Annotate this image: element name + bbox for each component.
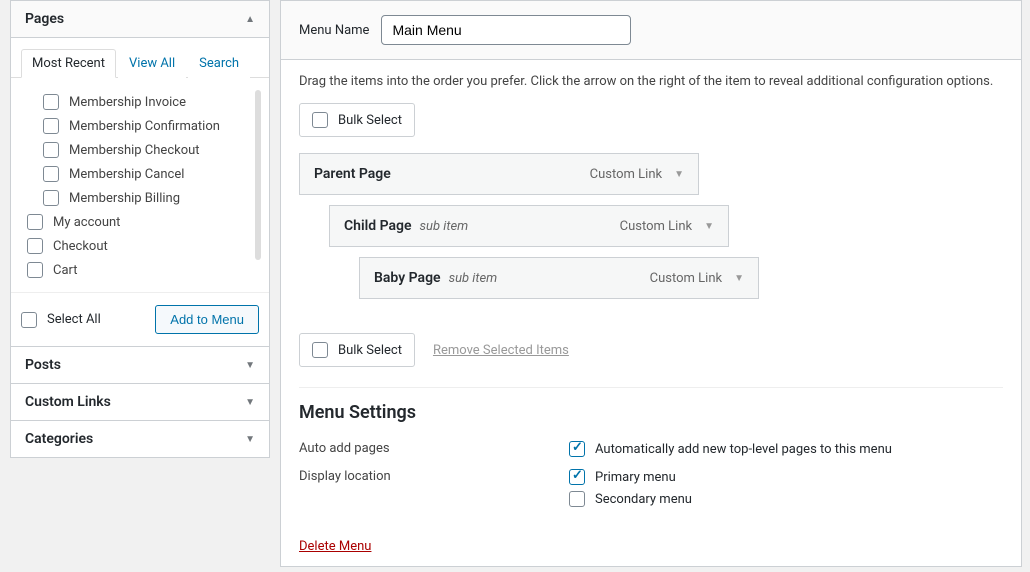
checkbox[interactable]	[43, 142, 59, 158]
menu-name-input[interactable]	[381, 15, 631, 45]
menu-item-wrap: Baby Page sub item Custom Link ▼	[359, 257, 1003, 299]
auto-add-label: Auto add pages	[299, 441, 569, 456]
page-item: My account	[21, 210, 249, 234]
menu-name-row: Menu Name	[281, 1, 1021, 60]
bulk-select-label: Bulk Select	[338, 113, 402, 128]
panel-pages-header[interactable]: Pages ▲	[11, 1, 269, 38]
menu-item-suffix: sub item	[420, 219, 469, 234]
bulk-select-label: Bulk Select	[338, 343, 402, 358]
menu-item-type: Custom Link	[620, 219, 692, 234]
page-item: Cart	[21, 258, 249, 280]
chevron-down-icon[interactable]: ▼	[674, 169, 684, 180]
location-primary-checkbox[interactable]	[569, 469, 585, 485]
panel-title: Pages	[25, 11, 64, 27]
menu-item-type: Custom Link	[590, 167, 662, 182]
bulk-select-checkbox[interactable]	[312, 112, 328, 128]
page-item: Membership Cancel	[21, 162, 249, 186]
menu-items: Parent Page Custom Link ▼ Child Page sub…	[281, 137, 1021, 325]
location-label: Primary menu	[595, 470, 676, 485]
page-item: Checkout	[21, 234, 249, 258]
menu-item-type: Custom Link	[650, 271, 722, 286]
select-all-row: Select All	[21, 312, 101, 328]
panel-title: Custom Links	[25, 394, 111, 410]
menu-item[interactable]: Parent Page Custom Link ▼	[299, 153, 699, 195]
menu-name-label: Menu Name	[299, 23, 369, 38]
menu-item-title: Child Page	[344, 218, 412, 234]
checkbox[interactable]	[43, 118, 59, 134]
remove-selected-link: Remove Selected Items	[433, 343, 569, 358]
chevron-down-icon: ▼	[245, 397, 255, 408]
page-label: Membership Checkout	[69, 143, 200, 158]
delete-menu-link[interactable]: Delete Menu	[299, 539, 371, 554]
panel-custom-links-header[interactable]: Custom Links ▼	[11, 384, 269, 420]
panel-categories-header[interactable]: Categories ▼	[11, 421, 269, 457]
panel-categories: Categories ▼	[10, 421, 270, 458]
chevron-up-icon: ▲	[245, 14, 255, 25]
chevron-down-icon[interactable]: ▼	[704, 221, 714, 232]
menu-item-suffix: sub item	[449, 271, 498, 286]
page-label: Checkout	[53, 239, 108, 254]
display-location-label: Display location	[299, 469, 569, 484]
panel-posts-header[interactable]: Posts ▼	[11, 347, 269, 383]
menu-item-wrap: Child Page sub item Custom Link ▼	[329, 205, 1003, 247]
page-label: Cart	[53, 263, 78, 278]
menu-item[interactable]: Baby Page sub item Custom Link ▼	[359, 257, 759, 299]
chevron-down-icon: ▼	[245, 434, 255, 445]
page-label: Membership Cancel	[69, 167, 184, 182]
bulk-select-top: Bulk Select	[299, 103, 415, 137]
page-item: Membership Billing	[21, 186, 249, 210]
menu-item-wrap: Parent Page Custom Link ▼	[299, 153, 1003, 195]
pages-tabs: Most Recent View All Search	[11, 38, 269, 78]
checkbox[interactable]	[43, 190, 59, 206]
page-label: Membership Billing	[69, 191, 180, 206]
menu-item[interactable]: Child Page sub item Custom Link ▼	[329, 205, 729, 247]
panel-posts: Posts ▼	[10, 347, 270, 384]
location-label: Secondary menu	[595, 492, 692, 507]
chevron-down-icon: ▼	[245, 360, 255, 371]
panel-title: Posts	[25, 357, 61, 373]
page-label: Membership Confirmation	[69, 119, 220, 134]
select-all-checkbox[interactable]	[21, 312, 37, 328]
page-item: Membership Checkout	[21, 138, 249, 162]
chevron-down-icon[interactable]: ▼	[734, 273, 744, 284]
auto-add-checkbox[interactable]	[569, 441, 585, 457]
tab-view-all[interactable]: View All	[118, 49, 186, 78]
checkbox[interactable]	[43, 94, 59, 110]
instructions-text: Drag the items into the order you prefer…	[281, 60, 1021, 103]
select-all-label: Select All	[47, 312, 101, 327]
location-secondary-checkbox[interactable]	[569, 491, 585, 507]
tab-most-recent[interactable]: Most Recent	[21, 49, 116, 78]
menu-item-title: Parent Page	[314, 166, 391, 182]
page-item: Membership Invoice	[21, 90, 249, 114]
checkbox[interactable]	[43, 166, 59, 182]
panel-title: Categories	[25, 431, 93, 447]
checkbox[interactable]	[27, 214, 43, 230]
page-item: Membership Confirmation	[21, 114, 249, 138]
menu-item-title: Baby Page	[374, 270, 441, 286]
checkbox[interactable]	[27, 238, 43, 254]
page-label: My account	[53, 215, 120, 230]
tab-search[interactable]: Search	[188, 49, 250, 78]
auto-add-text: Automatically add new top-level pages to…	[595, 442, 892, 457]
checkbox[interactable]	[27, 262, 43, 278]
add-to-menu-button[interactable]: Add to Menu	[155, 305, 259, 334]
bulk-select-checkbox[interactable]	[312, 342, 328, 358]
panel-pages: Pages ▲ Most Recent View All Search Memb…	[10, 0, 270, 347]
scrollbar[interactable]	[255, 90, 261, 260]
panel-custom-links: Custom Links ▼	[10, 384, 270, 421]
menu-settings-heading: Menu Settings	[299, 402, 1003, 423]
page-label: Membership Invoice	[69, 95, 186, 110]
bulk-select-bottom: Bulk Select	[299, 333, 415, 367]
